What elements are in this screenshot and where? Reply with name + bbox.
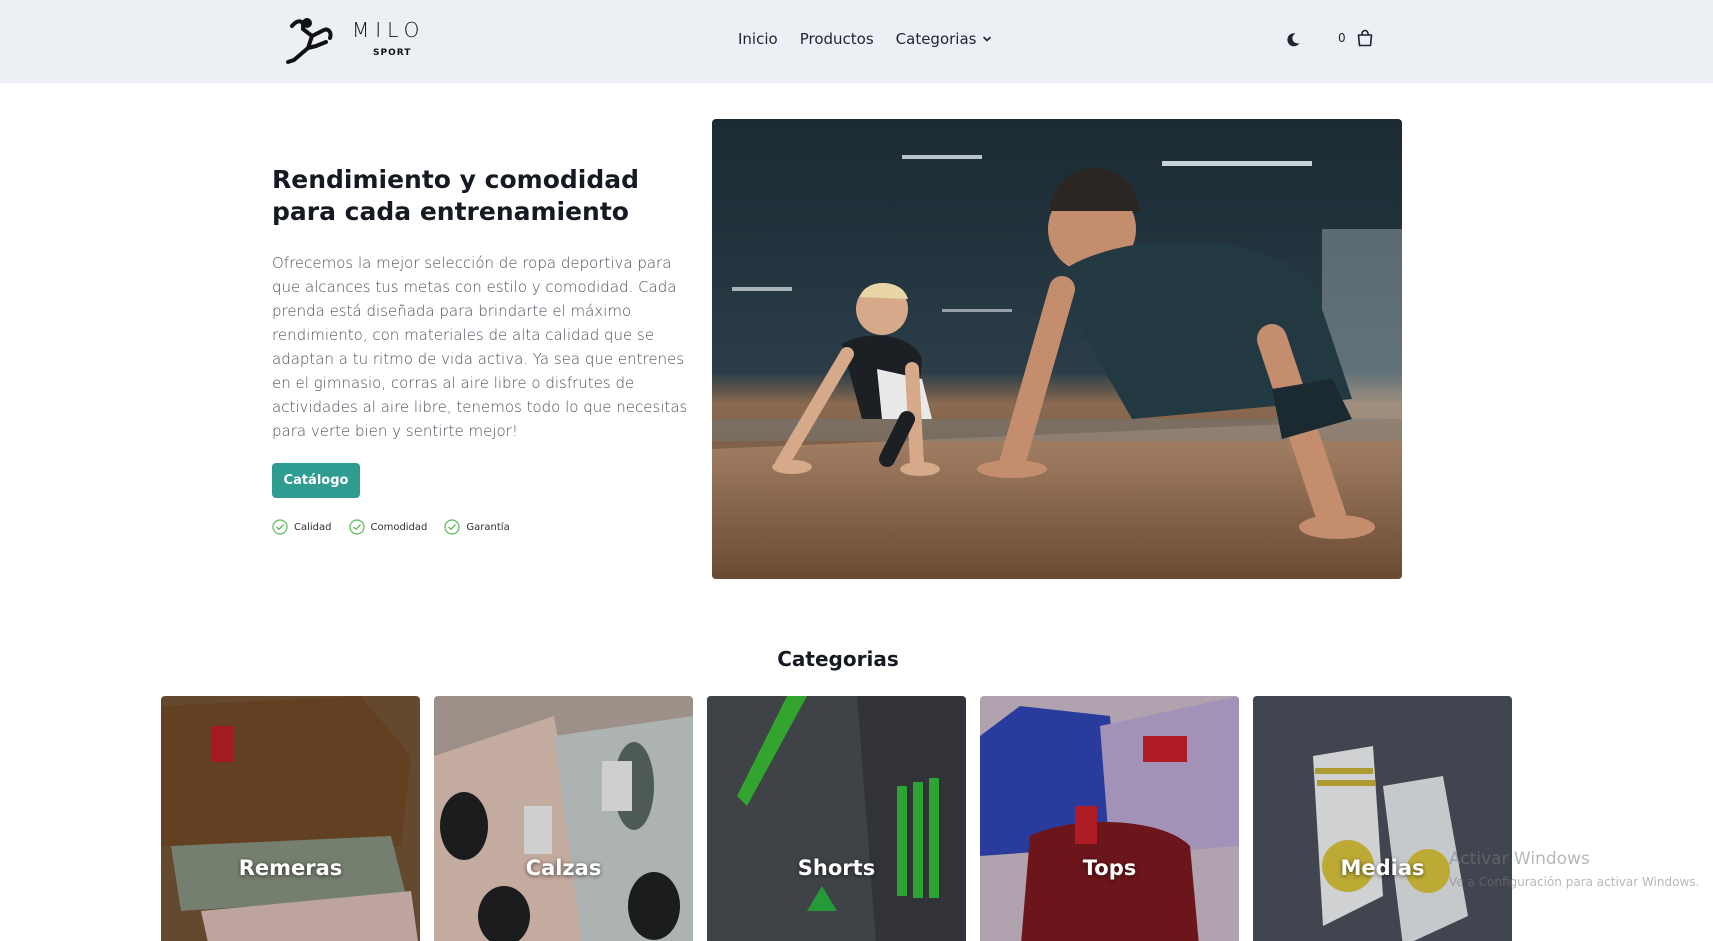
watermark-title: Activar Windows [1449, 849, 1590, 869]
feature-label: Calidad [294, 521, 332, 533]
logo-wordmark: MILO [352, 18, 426, 42]
category-cards: Remeras Calzas Shorts Tops Medias [161, 696, 1512, 941]
hero-image [712, 119, 1402, 579]
cart-count: 0 [1338, 31, 1346, 45]
feature-item-comodidad: Comodidad [348, 519, 428, 535]
category-card-medias[interactable]: Medias [1253, 696, 1512, 941]
logo-subtitle: SPORT [373, 48, 412, 58]
category-card-remeras[interactable]: Remeras [161, 696, 420, 941]
category-card-shorts[interactable]: Shorts [707, 696, 966, 941]
category-label: Calzas [525, 856, 602, 880]
brand-logo[interactable]: MILO SPORT [286, 16, 456, 66]
remeras-photo [161, 696, 420, 941]
navbar: MILO SPORT Inicio Productos Categorias 0 [0, 0, 1713, 83]
nav-dropdown-label: Categorias [895, 30, 977, 48]
shopping-bag-icon [1357, 29, 1372, 47]
feature-label: Garantía [466, 521, 510, 533]
main-nav: Inicio Productos Categorias [738, 30, 992, 48]
shorts-photo [707, 696, 966, 941]
nav-link-inicio[interactable]: Inicio [738, 30, 778, 48]
category-card-calzas[interactable]: Calzas [434, 696, 693, 941]
nav-link-productos[interactable]: Productos [800, 30, 874, 48]
tops-photo [980, 696, 1239, 941]
nav-dropdown-categorias[interactable]: Categorias [896, 30, 993, 48]
check-circle-icon [272, 519, 288, 535]
medias-photo [1253, 696, 1512, 941]
feature-item-garantia: Garantía [444, 519, 510, 535]
category-label: Remeras [238, 856, 343, 880]
calzas-photo [434, 696, 693, 941]
chevron-down-icon [983, 36, 992, 42]
category-label: Shorts [797, 856, 876, 880]
feature-item-calidad: Calidad [272, 519, 332, 535]
feature-label: Comodidad [370, 521, 428, 533]
runner-logo-icon [286, 18, 333, 64]
hero-title: Rendimiento y comodidad para cada entren… [272, 165, 640, 226]
check-circle-icon [348, 519, 365, 535]
catalog-button[interactable]: Catálogo [272, 463, 360, 498]
watermark-subtitle: Ve a Configuración para activar Windows. [1449, 875, 1700, 889]
feature-list: Calidad Comodidad Garantía [272, 519, 527, 535]
category-card-tops[interactable]: Tops [980, 696, 1239, 941]
categories-title: Categorias [777, 647, 899, 671]
moon-icon[interactable] [1284, 31, 1302, 49]
cart-button[interactable]: 0 [1338, 28, 1375, 48]
gym-workout-photo [712, 119, 1402, 579]
hero-description: Ofrecemos la mejor selección de ropa dep… [272, 254, 688, 440]
windows-activation-watermark: Activar Windows Ve a Configuración para … [1449, 849, 1699, 889]
category-label: Tops [1082, 856, 1137, 880]
check-circle-icon [444, 519, 461, 535]
